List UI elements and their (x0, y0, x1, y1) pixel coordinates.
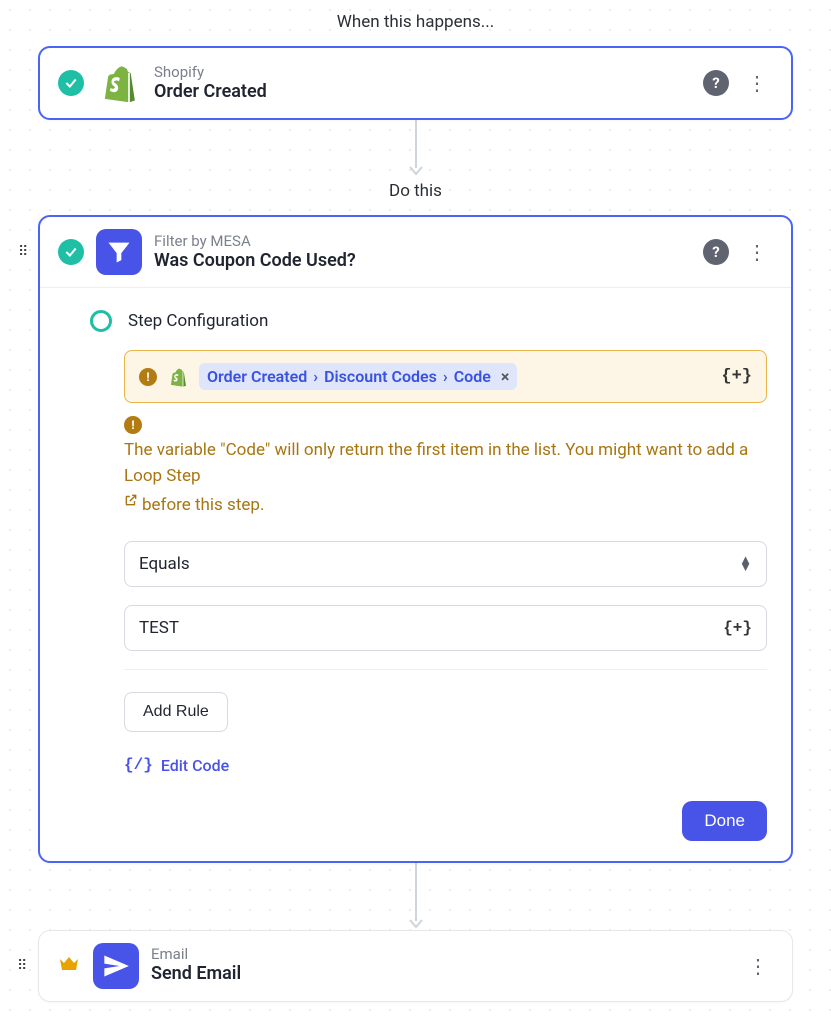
drag-handle-icon[interactable]: ⠿ (18, 244, 28, 260)
trigger-app-label: Shopify (154, 63, 691, 81)
more-menu-icon[interactable]: ⋮ (741, 71, 773, 95)
trigger-card[interactable]: Shopify Order Created ? ⋮ (38, 46, 793, 120)
chevron-right-icon: › (313, 367, 318, 386)
status-check-icon (58, 239, 84, 265)
trigger-titles: Shopify Order Created (154, 63, 691, 104)
operator-select[interactable]: Equals ▲▼ (124, 541, 767, 587)
var-seg: Code (454, 367, 491, 386)
insert-variable-button[interactable]: {+} (723, 619, 752, 637)
step-radio-icon (90, 310, 112, 332)
step-config-label: Step Configuration (128, 311, 268, 331)
var-seg: Order Created (207, 367, 307, 386)
help-icon[interactable]: ? (703, 239, 729, 265)
add-rule-button[interactable]: Add Rule (124, 692, 228, 732)
operator-value: Equals (139, 554, 739, 574)
external-link-icon[interactable] (124, 493, 138, 519)
trigger-title: Order Created (154, 81, 691, 104)
more-menu-icon[interactable]: ⋮ (741, 240, 773, 264)
insert-variable-button[interactable]: {+} (721, 367, 752, 386)
warning-icon: ! (124, 416, 142, 434)
filter-app-label: Filter by MESA (154, 232, 691, 250)
value-input[interactable]: TEST {+} (124, 605, 767, 651)
email-app-label: Email (151, 945, 730, 963)
warning-icon: ! (139, 368, 157, 386)
email-card[interactable]: ⠿ Email Send Email ⋮ (38, 930, 793, 1002)
crown-icon (57, 952, 81, 980)
section-label-trigger: When this happens... (0, 12, 831, 32)
edit-code-link[interactable]: {/} Edit Code (124, 756, 767, 775)
variable-warning: ! The variable "Code" will only return t… (124, 413, 767, 519)
arrow-down-icon (408, 918, 424, 930)
warning-text-part1: The variable "Code" will only return the… (124, 438, 767, 489)
filter-card-header[interactable]: ⠿ Filter by MESA Was Coupon Code Used? ?… (40, 217, 791, 288)
email-titles: Email Send Email (151, 945, 730, 986)
warning-text-part2: before this step. (142, 493, 264, 519)
email-icon (93, 943, 139, 989)
filter-titles: Filter by MESA Was Coupon Code Used? (154, 232, 691, 273)
variable-path-chip[interactable]: Order Created › Discount Codes › Code × (199, 363, 517, 390)
email-title: Send Email (151, 963, 730, 986)
status-check-icon (58, 70, 84, 96)
chevron-right-icon: › (443, 367, 448, 386)
select-caret-icon: ▲▼ (739, 557, 752, 571)
filter-card: ⠿ Filter by MESA Was Coupon Code Used? ?… (38, 215, 793, 863)
edit-code-label: Edit Code (161, 756, 229, 775)
shopify-chip-icon (167, 366, 189, 388)
connector (0, 863, 831, 930)
variable-input[interactable]: ! Order Created › Discount Codes › Code … (124, 350, 767, 403)
more-menu-icon[interactable]: ⋮ (742, 954, 774, 978)
value-text: TEST (139, 618, 723, 638)
done-button[interactable]: Done (682, 801, 767, 841)
step-config-row[interactable]: Step Configuration (90, 310, 767, 332)
shopify-icon (96, 60, 142, 106)
code-icon: {/} (124, 756, 153, 774)
var-seg: Discount Codes (324, 367, 437, 386)
arrow-down-icon (408, 165, 424, 177)
filter-title: Was Coupon Code Used? (154, 250, 691, 273)
help-icon[interactable]: ? (703, 70, 729, 96)
drag-handle-icon[interactable]: ⠿ (17, 958, 27, 974)
remove-variable-icon[interactable]: × (501, 367, 510, 386)
divider (124, 669, 767, 670)
section-label-action: Do this (0, 181, 831, 201)
connector (0, 120, 831, 177)
filter-icon (96, 229, 142, 275)
